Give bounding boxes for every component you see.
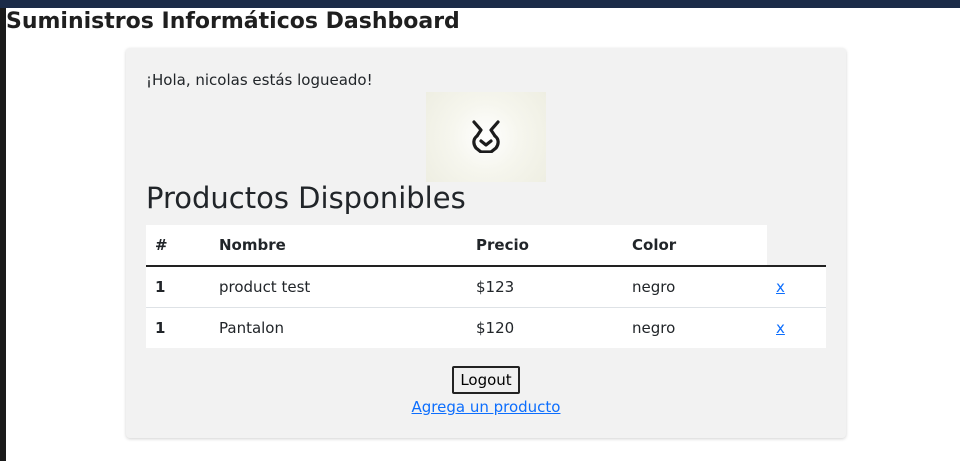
dashboard-card: ¡Hola, nicolas estás logueado! Productos… <box>126 48 846 438</box>
left-edge-bar <box>0 8 6 461</box>
product-name: product test <box>219 277 311 296</box>
delete-product-link[interactable]: x <box>776 278 785 296</box>
add-product-link[interactable]: Agrega un producto <box>412 398 561 416</box>
logout-button[interactable]: Logout <box>452 366 520 394</box>
delete-cell: x <box>767 306 826 348</box>
table-row: 1 Pantalon $120 negro x <box>146 306 826 348</box>
column-header-index: # <box>146 225 210 267</box>
product-color: negro <box>623 306 767 348</box>
column-header-color: Color <box>623 225 767 267</box>
greeting-text: ¡Hola, nicolas estás logueado! <box>146 71 373 89</box>
delete-cell: x <box>767 266 826 307</box>
products-table: # Nombre Precio Color 1 product test $12… <box>146 225 826 348</box>
row-index: 1 <box>146 306 210 348</box>
column-header-actions <box>767 225 826 267</box>
product-price: $120 <box>467 306 623 348</box>
top-bar <box>0 0 960 8</box>
product-name: Pantalon <box>210 306 467 348</box>
product-price: $123 <box>476 277 515 296</box>
section-title: Productos Disponibles <box>146 181 466 215</box>
app-title: Suministros Informáticos Dashboard <box>6 9 460 34</box>
table-header-row: # Nombre Precio Color <box>146 225 826 267</box>
logo <box>426 92 546 182</box>
add-product-container: Agrega un producto <box>126 397 846 417</box>
winged-logo-icon <box>472 120 500 153</box>
row-index: 1 <box>155 277 166 296</box>
column-header-price: Precio <box>467 225 623 267</box>
table-row: 1 product test $123 negro x <box>146 266 826 307</box>
product-color: negro <box>632 277 676 296</box>
column-header-name: Nombre <box>210 225 467 267</box>
delete-product-link[interactable]: x <box>776 319 785 337</box>
